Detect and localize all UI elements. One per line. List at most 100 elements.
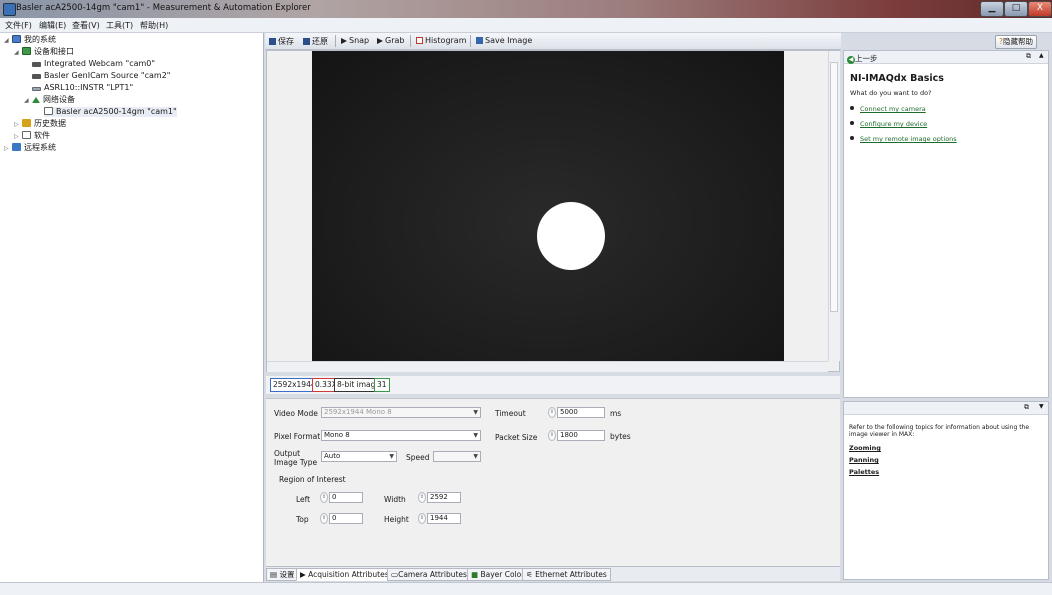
tree-item-basler-cam1[interactable]: Basler acA2500-14gm "cam1"	[44, 107, 177, 117]
tree-label: 网络设备	[43, 95, 75, 104]
video-mode-select[interactable]: 2592x1944 Mono 8 ▼	[321, 407, 481, 418]
hide-help-button[interactable]: ?隐藏帮助	[995, 35, 1037, 49]
left-spinner-icon[interactable]: ⇕	[320, 492, 328, 503]
save-button[interactable]: 保存	[269, 36, 294, 47]
expand-arrow-icon[interactable]: ▷	[14, 132, 22, 142]
tree-item-software[interactable]: ▷ 软件	[14, 131, 50, 142]
expand-arrow-icon[interactable]: ▷	[14, 120, 22, 130]
camera-device-icon	[44, 107, 53, 115]
snap-button[interactable]: Snap	[341, 36, 369, 45]
collapse-arrow-icon[interactable]: ◢	[24, 96, 32, 106]
tab-acquisition-attributes[interactable]: ▶ Acquisition Attributes	[296, 568, 393, 581]
remote-systems-icon	[12, 143, 21, 151]
histogram-button[interactable]: Histogram	[416, 36, 467, 45]
save-image-button[interactable]: Save Image	[476, 36, 532, 45]
help-panel: ◀ 上一步 ⧉ ▲ NI-IMAQdx Basics What do you wa…	[843, 50, 1049, 398]
expand-arrow-icon[interactable]: ▷	[4, 144, 12, 154]
tree-item-webcam[interactable]: Integrated Webcam "cam0"	[32, 59, 155, 69]
back-button[interactable]: ◀ 上一步	[847, 53, 878, 64]
vertical-scroll-thumb[interactable]	[830, 62, 838, 312]
help-link-item: Configure my device	[850, 119, 927, 128]
tree-item-asrl[interactable]: ASRL10::INSTR "LPT1"	[32, 83, 133, 93]
chevron-down-icon: ▼	[473, 453, 478, 460]
menu-file[interactable]: 文件(F)	[5, 20, 32, 31]
menu-help[interactable]: 帮助(H)	[140, 20, 168, 31]
chevron-down-icon[interactable]: ▼	[1039, 403, 1044, 410]
histogram-label: Histogram	[425, 36, 467, 45]
bullet-icon	[850, 106, 854, 110]
menu-edit[interactable]: 编辑(E)	[39, 20, 66, 31]
top-label: Top	[296, 515, 309, 524]
grab-button[interactable]: Grab	[377, 36, 404, 45]
connect-camera-link[interactable]: Connect my camera	[860, 105, 926, 113]
horizontal-scrollbar[interactable]	[267, 361, 828, 372]
app-icon	[3, 3, 16, 16]
top-field[interactable]: 0	[329, 513, 363, 524]
timeout-field[interactable]: 5000	[557, 407, 605, 418]
help-link-item: Connect my camera	[850, 104, 926, 113]
port-icon	[32, 87, 41, 91]
palettes-link[interactable]: Palettes	[849, 468, 879, 476]
maximize-button[interactable]: □	[1004, 1, 1028, 17]
tree-item-devices[interactable]: ◢ 设备和接口	[14, 47, 74, 58]
collapse-arrow-icon[interactable]: ◢	[4, 36, 12, 46]
tab-camera-attributes[interactable]: ▭Camera Attributes	[387, 568, 471, 581]
timeout-unit: ms	[610, 409, 622, 418]
restore-button[interactable]: 还原	[303, 36, 328, 47]
width-field[interactable]: 2592	[427, 492, 461, 503]
save-label: 保存	[278, 37, 294, 46]
tree-item-genicam[interactable]: Basler GenICam Source "cam2"	[32, 71, 170, 81]
output-type-label-line2: Image Type	[274, 458, 318, 467]
zooming-link-wrap: Zooming	[849, 443, 881, 452]
tab-label: Ethernet Attributes	[535, 570, 607, 579]
acquisition-settings-panel: Video Mode 2592x1944 Mono 8 ▼ Timeout ⇕ 5…	[266, 398, 840, 567]
width-spinner-icon[interactable]: ⇕	[418, 492, 426, 503]
vertical-scrollbar[interactable]	[828, 51, 840, 361]
configure-device-link[interactable]: Configure my device	[860, 120, 927, 128]
top-spinner-icon[interactable]: ⇕	[320, 513, 328, 524]
height-spinner-icon[interactable]: ⇕	[418, 513, 426, 524]
pixel-value-indicator: 31	[374, 378, 390, 392]
tree-label: 远程系统	[24, 143, 56, 152]
left-field[interactable]: 0	[329, 492, 363, 503]
close-button[interactable]: X	[1028, 1, 1052, 17]
output-image-type-select[interactable]: Auto ▼	[321, 451, 397, 462]
tab-ethernet-attributes[interactable]: ⚟ Ethernet Attributes	[522, 568, 611, 581]
minimize-button[interactable]: ▁	[980, 1, 1004, 17]
timeout-spinner-icon[interactable]: ⇕	[548, 407, 556, 418]
remote-image-options-link[interactable]: Set my remote image options	[860, 135, 957, 143]
collapse-arrow-icon[interactable]: ◢	[14, 48, 22, 58]
tree-label: 历史数据	[34, 119, 66, 128]
menu-tools[interactable]: 工具(T)	[106, 20, 133, 31]
save-image-icon	[476, 37, 483, 44]
packet-size-spinner-icon[interactable]: ⇕	[548, 430, 556, 441]
zooming-link[interactable]: Zooming	[849, 444, 881, 452]
packet-size-field[interactable]: 1800	[557, 430, 605, 441]
pixel-format-select[interactable]: Mono 8 ▼	[321, 430, 481, 441]
speed-label: Speed	[406, 453, 430, 462]
tree-label: Basler acA2500-14gm "cam1"	[56, 107, 177, 116]
bright-spot	[537, 202, 605, 270]
tree-item-history[interactable]: ▷ 历史数据	[14, 119, 66, 130]
tree-item-remote[interactable]: ▷ 远程系统	[4, 143, 56, 154]
image-viewer[interactable]	[266, 50, 840, 372]
panning-link-wrap: Panning	[849, 455, 879, 464]
grab-label: Grab	[385, 36, 405, 45]
menu-view[interactable]: 查看(V)	[72, 20, 100, 31]
tab-bayer-color[interactable]: ■ Bayer Color	[467, 568, 529, 581]
tree-item-my-system[interactable]: ◢ 我的系统	[4, 35, 56, 46]
back-arrow-icon: ◀	[847, 56, 855, 64]
viewer-help-panel: ⧉ ▼ Refer to the following topics for in…	[843, 401, 1049, 580]
height-field[interactable]: 1944	[427, 513, 461, 524]
camera-image[interactable]	[312, 51, 784, 362]
panning-link[interactable]: Panning	[849, 456, 879, 464]
tree-item-network[interactable]: ◢ 网络设备	[24, 95, 75, 106]
refer-text-line1: Refer to the following topics for inform…	[849, 424, 1030, 431]
tab-label: 设置	[279, 570, 295, 579]
undock-icon[interactable]: ⧉	[1026, 52, 1031, 61]
speed-select[interactable]: ▼	[433, 451, 481, 462]
tab-settings[interactable]: ▤ 设置	[266, 568, 299, 581]
scroll-up-icon[interactable]: ▲	[1039, 52, 1044, 59]
save-image-label: Save Image	[485, 36, 533, 45]
undock-icon[interactable]: ⧉	[1024, 403, 1029, 412]
